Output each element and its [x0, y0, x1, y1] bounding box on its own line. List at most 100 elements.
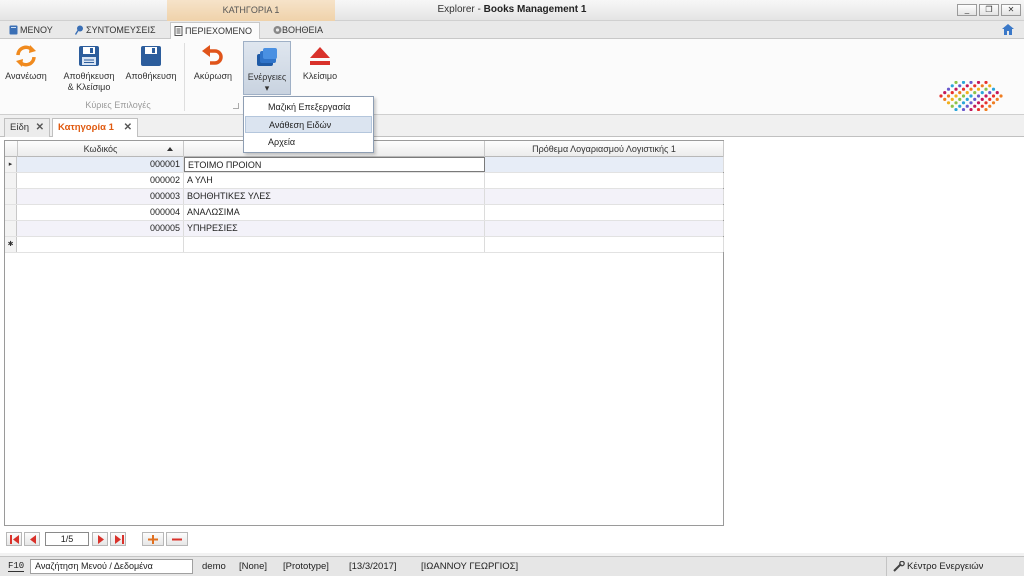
cell-prefix[interactable]	[485, 189, 724, 204]
logo-dot	[958, 91, 962, 95]
previous-record-button[interactable]	[24, 532, 40, 546]
grid-navigator: 1/5	[6, 531, 190, 547]
content-area: Κωδικός Πρόθεμα Λογαριασμού Λογιστικής 1…	[0, 137, 1024, 553]
window-controls: _ ❐ ✕	[957, 4, 1021, 16]
logo-dot	[973, 91, 977, 95]
cell-code[interactable]: 000002	[18, 173, 184, 188]
last-record-button[interactable]	[110, 532, 126, 546]
action-center-button[interactable]: Κέντρο Ενεργειών	[886, 557, 1024, 576]
next-record-button[interactable]	[92, 532, 108, 546]
doc-tab-items[interactable]: Είδη ✕	[4, 118, 50, 137]
cell-prefix[interactable]	[485, 205, 724, 220]
tab-help-label: ΒΟΗΘΕΙΑ	[282, 25, 324, 35]
column-header-code-label: Κωδικός	[83, 144, 118, 154]
table-row[interactable]: ▸ 000001 ΕΤΟΙΜΟ ΠΡΟΙΟΝ	[5, 157, 724, 173]
new-cell-prefix[interactable]	[485, 237, 724, 252]
logo-dot	[991, 94, 996, 98]
next-icon	[98, 535, 104, 544]
logo-dot	[958, 84, 962, 88]
home-icon[interactable]	[1002, 24, 1014, 35]
logo-dot	[954, 87, 958, 91]
new-row[interactable]: ✱	[5, 237, 724, 253]
close-icon[interactable]: ✕	[124, 119, 132, 136]
cell-prefix[interactable]	[485, 221, 724, 236]
new-cell-code[interactable]	[18, 237, 184, 252]
logo-dot	[943, 91, 947, 95]
undo-icon	[202, 45, 223, 65]
restore-button[interactable]: ❐	[979, 4, 999, 16]
logo-dot	[973, 84, 977, 88]
menu-search-input[interactable]: Αναζήτηση Μενού / Δεδομένα	[30, 559, 193, 574]
logo-dot	[950, 84, 954, 88]
cell-description[interactable]: ΕΤΟΙΜΟ ΠΡΟΙΟΝ	[184, 157, 485, 172]
save-button[interactable]: Αποθήκευση	[122, 41, 180, 93]
logo-dot	[969, 94, 973, 98]
undo-label: Ακύρωση	[193, 71, 233, 81]
cell-code[interactable]: 000005	[18, 221, 184, 236]
logo-dot	[969, 81, 973, 84]
logo-dot	[988, 97, 992, 101]
logo-dot	[991, 101, 996, 105]
menu-item-bulk-edit[interactable]: Μαζική Επεξεργασία	[245, 99, 372, 116]
menu-item-assign-items[interactable]: Ανάθεση Ειδών	[245, 116, 372, 133]
actions-button[interactable]: Ενέργειες ▾	[243, 41, 291, 95]
window-title-prefix: Explorer	[437, 4, 475, 15]
logo-dot	[950, 91, 954, 95]
tab-help[interactable]: ΒΟΗΘΕΙΑ	[270, 22, 330, 39]
cell-description[interactable]: ΒΟΗΘΗΤΙΚΕΣ ΥΛΕΣ	[184, 189, 485, 204]
logo-dot	[950, 104, 954, 108]
logo-dot	[984, 94, 988, 98]
status-none: [None]	[239, 561, 267, 572]
refresh-button[interactable]: Ανανέωση	[2, 41, 50, 93]
tab-menu[interactable]: ΜΕΝΟΥ	[6, 22, 61, 39]
cell-prefix[interactable]	[485, 157, 724, 172]
column-header-prefix[interactable]: Πρόθεμα Λογαριασμού Λογιστικής 1	[485, 141, 724, 157]
table-row[interactable]: 000005 ΥΠΗΡΕΣΙΕΣ	[5, 221, 724, 237]
doc-tab-category-label: Κατηγορία 1	[58, 122, 114, 133]
menu-item-files[interactable]: Αρχεία	[245, 134, 372, 151]
close-icon[interactable]: ✕	[36, 119, 44, 136]
column-header-code[interactable]: Κωδικός	[18, 141, 184, 157]
tab-menu-label: ΜΕΝΟΥ	[20, 25, 53, 35]
cell-description[interactable]: Α ΥΛΗ	[184, 173, 485, 188]
undo-button[interactable]: Ακύρωση	[190, 41, 236, 93]
cell-description[interactable]: ΥΠΗΡΕΣΙΕΣ	[184, 221, 485, 236]
close-document-button[interactable]: Κλείσιμο	[297, 41, 343, 93]
first-icon	[10, 535, 19, 544]
cell-code[interactable]: 000003	[18, 189, 184, 204]
close-button[interactable]: ✕	[1001, 4, 1021, 16]
tab-content-label: ΠΕΡΙΕΧΟΜΕΝΟ	[185, 26, 253, 36]
cell-code[interactable]: 000001	[18, 157, 184, 172]
ribbon: Ανανέωση Αποθήκευση & Κλείσιμο Αποθήκευσ…	[0, 39, 1024, 115]
tab-shortcuts[interactable]: ΣΥΝΤΟΜΕΥΣΕΙΣ	[72, 22, 162, 39]
doc-tab-category[interactable]: Κατηγορία 1 ✕	[52, 118, 138, 137]
actions-icon	[257, 48, 277, 66]
cell-code[interactable]: 000004	[18, 205, 184, 220]
shortcut-key: F10	[8, 561, 25, 572]
first-record-button[interactable]	[6, 532, 22, 546]
page-indicator[interactable]: 1/5	[45, 532, 89, 546]
logo-dot	[973, 97, 977, 101]
ribbon-group-label: Κύριες Επιλογές	[85, 100, 151, 110]
document-tabs: Είδη ✕ Κατηγορία 1 ✕	[0, 115, 1024, 137]
logo-dot	[980, 104, 984, 108]
table-row[interactable]: 000002 Α ΥΛΗ	[5, 173, 724, 189]
table-row[interactable]: 000004 ΑΝΑΛΩΣΙΜΑ	[5, 205, 724, 221]
data-grid: Κωδικός Πρόθεμα Λογαριασμού Λογιστικής 1…	[4, 140, 724, 526]
logo-dot	[995, 97, 999, 101]
cell-description[interactable]: ΑΝΑΛΩΣΙΜΑ	[184, 205, 485, 220]
add-record-button[interactable]	[142, 532, 164, 546]
cell-prefix[interactable]	[485, 173, 724, 188]
table-row[interactable]: 000003 ΒΟΗΘΗΤΙΚΕΣ ΥΛΕΣ	[5, 189, 724, 205]
row-indicator	[5, 189, 17, 204]
sort-ascending-icon	[167, 147, 173, 151]
save-close-button[interactable]: Αποθήκευση & Κλείσιμο	[60, 41, 118, 93]
row-indicator	[5, 173, 17, 188]
remove-record-button[interactable]	[166, 532, 188, 546]
group-launcher-icon[interactable]	[233, 103, 239, 109]
title-bar: ΚΑΤΗΓΟΡΙΑ 1 Explorer - Books Management …	[0, 0, 1024, 21]
new-cell-description[interactable]	[184, 237, 485, 252]
logo-dot	[980, 97, 984, 101]
minimize-button[interactable]: _	[957, 4, 977, 16]
tab-content[interactable]: ΠΕΡΙΕΧΟΜΕΝΟ	[170, 22, 260, 40]
